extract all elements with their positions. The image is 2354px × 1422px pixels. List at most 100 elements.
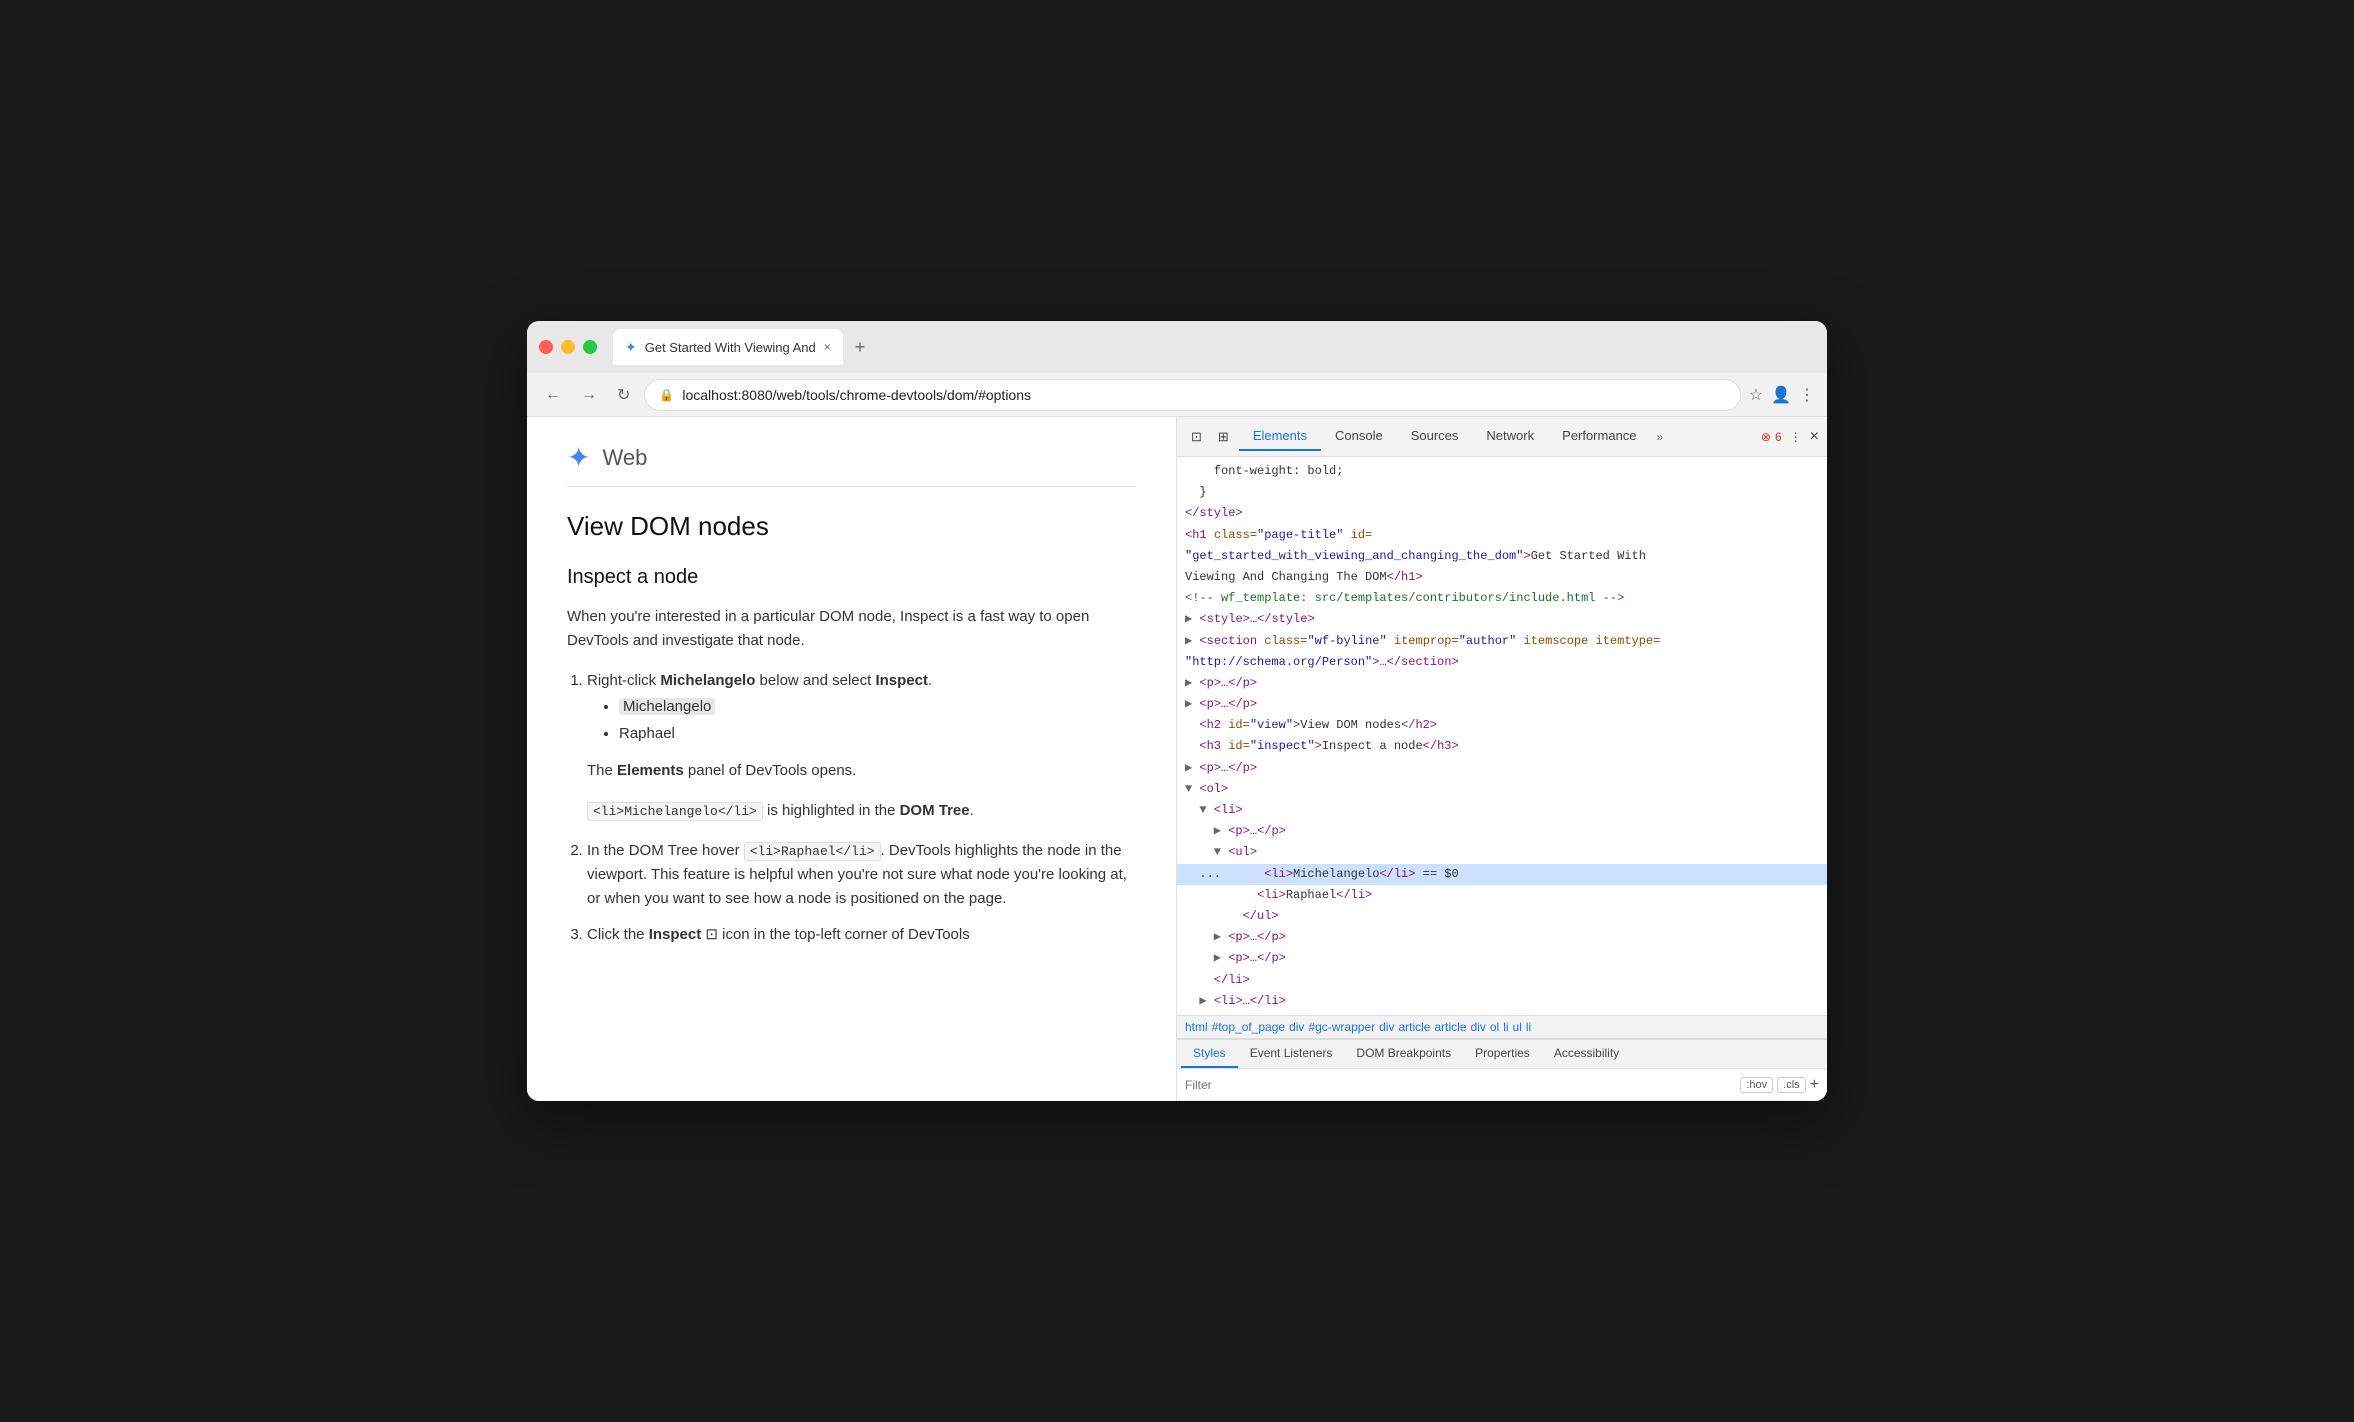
styles-tab-accessibility[interactable]: Accessibility xyxy=(1542,1040,1631,1068)
dom-line-highlighted: ... <li>Michelangelo</li> == $0 xyxy=(1177,864,1827,885)
filter-hov-badge[interactable]: :hov xyxy=(1740,1077,1773,1093)
tab-close-icon[interactable]: × xyxy=(824,340,831,354)
step1-note2: <li>Michelangelo</li> is highlighted in … xyxy=(587,799,1136,823)
intro-text: When you're interested in a particular D… xyxy=(567,608,1089,649)
step1-note: The Elements panel of DevTools opens. xyxy=(587,759,1136,783)
step1-text-middle: below and select xyxy=(755,672,875,689)
step1-code: <li>Michelangelo</li> xyxy=(587,802,763,821)
close-button[interactable] xyxy=(539,340,553,354)
dom-line: ▼ <li> xyxy=(1177,800,1827,821)
breadcrumb-item-div3[interactable]: div xyxy=(1471,1020,1486,1034)
raphael-label: Raphael xyxy=(619,725,675,742)
bookmark-icon[interactable]: ☆ xyxy=(1749,385,1763,405)
site-logo-icon: ✦ xyxy=(567,441,590,474)
new-tab-button[interactable]: + xyxy=(847,337,874,358)
browser-window: ✦ Get Started With Viewing And × + ← → ↻… xyxy=(527,321,1827,1101)
step1-bold1: Michelangelo xyxy=(660,672,755,689)
breadcrumb-bar: html #top_of_page div #gc-wrapper div ar… xyxy=(1177,1015,1827,1039)
breadcrumb-item-article1[interactable]: article xyxy=(1398,1020,1430,1034)
title-bar: ✦ Get Started With Viewing And × + xyxy=(527,321,1827,373)
breadcrumb-item-ul[interactable]: ul xyxy=(1513,1020,1522,1034)
more-options-icon[interactable]: ⋮ xyxy=(1799,385,1815,405)
devtools-close-button[interactable]: × xyxy=(1810,428,1819,446)
filter-input[interactable] xyxy=(1185,1078,1732,1092)
tab-favicon-icon: ✦ xyxy=(625,339,637,356)
step2-text-before: In the DOM Tree hover xyxy=(587,842,744,859)
devtools-error-badge[interactable]: ⊗ 6 xyxy=(1761,430,1782,444)
list-item: In the DOM Tree hover <li>Raphael</li>. … xyxy=(587,839,1136,911)
dom-line: <h1 class="page-title" id= xyxy=(1177,525,1827,546)
back-button[interactable]: ← xyxy=(539,382,567,408)
dom-line: ▶ <li>…</li> xyxy=(1177,991,1827,1012)
styles-tab-dom-breakpoints[interactable]: DOM Breakpoints xyxy=(1344,1040,1463,1068)
inspect-element-icon[interactable]: ⊡ xyxy=(1185,425,1208,449)
breadcrumb-item-ol[interactable]: ol xyxy=(1490,1020,1499,1034)
tab-bar: ✦ Get Started With Viewing And × + xyxy=(613,329,1815,365)
list-item: Raphael xyxy=(619,720,1136,747)
breadcrumb-item-div2[interactable]: div xyxy=(1379,1020,1394,1034)
dom-line: ▶ <section class="wf-byline" itemprop="a… xyxy=(1177,631,1827,652)
device-toggle-icon[interactable]: ⊞ xyxy=(1212,425,1235,449)
steps-list: Right-click Michelangelo below and selec… xyxy=(587,669,1136,947)
dom-line: font-weight: bold; xyxy=(1177,461,1827,482)
dom-tree[interactable]: font-weight: bold; } </style> <h1 class=… xyxy=(1177,457,1827,1015)
dom-line: "get_started_with_viewing_and_changing_t… xyxy=(1177,546,1827,567)
dom-line: ▶ <p>…</p> xyxy=(1177,694,1827,715)
dom-line: </ul> xyxy=(1177,906,1827,927)
step2-code: <li>Raphael</li> xyxy=(744,842,881,861)
refresh-button[interactable]: ↻ xyxy=(611,381,636,409)
breadcrumb-item-top[interactable]: #top_of_page xyxy=(1212,1020,1285,1034)
styles-tab-properties[interactable]: Properties xyxy=(1463,1040,1542,1068)
dom-line: ▶ <style>…</style> xyxy=(1177,609,1827,630)
traffic-lights xyxy=(539,340,597,354)
list-item: Right-click Michelangelo below and selec… xyxy=(587,669,1136,823)
maximize-button[interactable] xyxy=(583,340,597,354)
minimize-button[interactable] xyxy=(561,340,575,354)
tab-performance[interactable]: Performance xyxy=(1548,422,1650,451)
dom-line: <h3 id="inspect">Inspect a node</h3> xyxy=(1177,736,1827,757)
dom-line: ▶ <p>…</p> xyxy=(1177,948,1827,969)
dom-line: "http://schema.org/Person">…</section> xyxy=(1177,652,1827,673)
dom-line: ▼ <ul> xyxy=(1177,842,1827,863)
step3-bold: Inspect xyxy=(649,926,702,943)
tab-elements[interactable]: Elements xyxy=(1239,422,1321,451)
dom-line: <h2 id="view">View DOM nodes</h2> xyxy=(1177,715,1827,736)
active-tab[interactable]: ✦ Get Started With Viewing And × xyxy=(613,329,843,365)
section-heading-inspect: Inspect a node xyxy=(567,566,1136,589)
page-heading: View DOM nodes xyxy=(567,511,1136,542)
breadcrumb-item-html[interactable]: html xyxy=(1185,1020,1208,1034)
devtools-panel: ⊡ ⊞ Elements Console Sources Network Per… xyxy=(1177,417,1827,1101)
account-icon[interactable]: 👤 xyxy=(1771,385,1791,405)
dom-line: ▼ <ol> xyxy=(1177,779,1827,800)
dom-line: </style> xyxy=(1177,503,1827,524)
url-bar[interactable]: 🔒 localhost:8080/web/tools/chrome-devtoo… xyxy=(644,379,1740,411)
filter-add-button[interactable]: + xyxy=(1810,1076,1819,1094)
tab-title: Get Started With Viewing And xyxy=(645,340,816,355)
breadcrumb-item-li2[interactable]: li xyxy=(1526,1020,1531,1034)
filter-cls-badge[interactable]: .cls xyxy=(1777,1077,1806,1093)
styles-tab-event-listeners[interactable]: Event Listeners xyxy=(1238,1040,1345,1068)
breadcrumb-item-gc-wrapper[interactable]: #gc-wrapper xyxy=(1308,1020,1375,1034)
url-text: localhost:8080/web/tools/chrome-devtools… xyxy=(682,387,1725,403)
filter-badges: :hov .cls + xyxy=(1740,1076,1819,1094)
list-item: Click the Inspect ⊡ icon in the top-left… xyxy=(587,923,1136,947)
error-count: 6 xyxy=(1775,430,1782,444)
breadcrumb-item-article2[interactable]: article xyxy=(1434,1020,1466,1034)
tab-sources[interactable]: Sources xyxy=(1397,422,1473,451)
dom-line: </li> xyxy=(1177,970,1827,991)
page-content: ✦ Web View DOM nodes Inspect a node When… xyxy=(527,417,1177,1101)
styles-tab-styles[interactable]: Styles xyxy=(1181,1040,1238,1068)
devtools-settings-icon[interactable]: ⋮ xyxy=(1790,430,1802,444)
forward-button[interactable]: → xyxy=(575,382,603,408)
styles-tabs: Styles Event Listeners DOM Breakpoints P… xyxy=(1177,1040,1827,1069)
intro-paragraph: When you're interested in a particular D… xyxy=(567,605,1136,653)
list-item: Michelangelo xyxy=(619,693,1136,720)
tab-console[interactable]: Console xyxy=(1321,422,1397,451)
step3-icon: ⊡ xyxy=(701,926,722,943)
devtools-more-tabs-icon[interactable]: » xyxy=(1651,426,1670,448)
step3-text-after: icon in the top-left corner of DevTools xyxy=(722,926,970,943)
tab-network[interactable]: Network xyxy=(1472,422,1548,451)
breadcrumb-item-li[interactable]: li xyxy=(1503,1020,1508,1034)
dom-line: <!-- wf_template: src/templates/contribu… xyxy=(1177,588,1827,609)
breadcrumb-item-div1[interactable]: div xyxy=(1289,1020,1304,1034)
